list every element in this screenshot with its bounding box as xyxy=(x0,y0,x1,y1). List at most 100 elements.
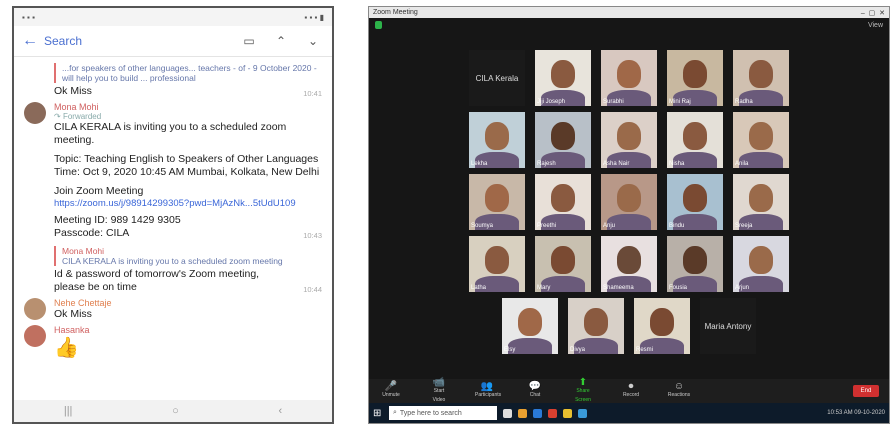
participant-name: Mary xyxy=(537,285,551,291)
participant-tile[interactable]: Nisha xyxy=(667,112,723,168)
participant-tile[interactable]: Preethi xyxy=(535,174,591,230)
participant-tile[interactable]: Maria Antony xyxy=(700,298,756,354)
message-text: Id & password of tomorrow's Zoom meeting… xyxy=(54,268,260,293)
chat-message[interactable]: Hasanka 👍 xyxy=(24,325,322,360)
app-icon[interactable] xyxy=(563,408,572,418)
control-button[interactable]: ⬆ Share Screen xyxy=(571,377,595,405)
participant-tile[interactable]: Mini Raj xyxy=(667,50,723,106)
participant-tile[interactable]: Bindu xyxy=(667,174,723,230)
participant-name: Soumya xyxy=(471,223,494,229)
participant-tile[interactable]: Soumya xyxy=(469,174,525,230)
participant-tile[interactable]: Elsy xyxy=(502,298,558,354)
participant-tile[interactable]: Sreeja xyxy=(733,174,789,230)
control-icon: 💬 xyxy=(528,381,542,392)
participant-tile[interactable]: Arjun xyxy=(733,236,789,292)
phone-chat-screenshot: ▪ ▪ ▪ ▪ ▪ ▪ ▮ ← Search ▭ ⌃ ⌄ ...for spea… xyxy=(12,6,334,424)
window-controls[interactable]: – ▢ ✕ xyxy=(861,9,885,17)
participant-tile[interactable]: Jiji Joseph xyxy=(535,50,591,106)
message-time: 10:44 xyxy=(303,285,322,294)
control-icon: ☺ xyxy=(673,381,685,392)
control-button[interactable]: 🎤 Unmute xyxy=(379,382,403,400)
control-button[interactable]: 📹 Start Video xyxy=(427,377,451,405)
shield-icon[interactable] xyxy=(375,21,382,29)
participant-face xyxy=(748,60,774,89)
participant-face xyxy=(616,60,642,89)
participant-tile[interactable]: Latha xyxy=(469,236,525,292)
meeting-link[interactable]: https://zoom.us/j/98914299305?pwd=MjAzNk… xyxy=(54,198,322,209)
windows-start-icon[interactable]: ⊞ xyxy=(373,408,383,419)
control-label: Record xyxy=(622,392,640,398)
participant-face xyxy=(517,308,543,337)
task-view-icon[interactable] xyxy=(503,408,512,418)
control-button[interactable]: ⏺ Record xyxy=(619,382,643,400)
control-button[interactable]: ☺ Reactions xyxy=(667,382,691,400)
chevron-down-icon[interactable]: ⌄ xyxy=(302,34,324,48)
participant-tile[interactable]: Resmi xyxy=(634,298,690,354)
back-arrow-icon[interactable]: ← xyxy=(22,32,38,50)
message-line: Topic: Teaching English to Speakers of O… xyxy=(54,153,319,165)
meeting-topbar: View xyxy=(369,18,889,32)
chat-message[interactable]: Id & password of tomorrow's Zoom meeting… xyxy=(54,268,322,294)
participant-name: Resmi xyxy=(636,347,654,353)
calendar-search-icon[interactable]: ▭ xyxy=(238,34,260,48)
taskbar-search-input[interactable]: ⌕ Type here to search xyxy=(389,406,497,420)
participant-tile[interactable]: Surabhi xyxy=(601,50,657,106)
zoom-app-icon[interactable] xyxy=(578,408,587,418)
app-icon[interactable] xyxy=(548,408,557,418)
participant-face xyxy=(583,308,609,337)
participant-face xyxy=(484,184,510,213)
message-text: Ok Miss xyxy=(54,85,92,97)
participant-tile[interactable]: Radha xyxy=(733,50,789,106)
file-explorer-icon[interactable] xyxy=(518,408,527,418)
forwarded-text: Forwarded xyxy=(62,112,102,121)
participant-tile[interactable]: Divya xyxy=(568,298,624,354)
taskbar-search-placeholder: Type here to search xyxy=(399,409,462,417)
control-icon: 🎤 xyxy=(384,381,398,392)
control-icon: 👥 xyxy=(480,381,494,392)
participant-tile[interactable]: Lekha xyxy=(469,112,525,168)
participant-name: Fousia xyxy=(669,285,688,291)
participant-tile[interactable]: Anju xyxy=(601,174,657,230)
chat-message[interactable]: Ok Miss 10:41 xyxy=(54,85,322,98)
control-button[interactable]: 💬 Chat xyxy=(523,382,547,400)
participant-tile[interactable]: Shameema xyxy=(601,236,657,292)
message-time: 10:41 xyxy=(303,89,322,98)
view-button[interactable]: View xyxy=(868,22,883,29)
chat-message[interactable]: Nehe Chettaje Ok Miss xyxy=(24,298,322,321)
participant-tile[interactable]: Anila xyxy=(733,112,789,168)
status-bar: ▪ ▪ ▪ ▪ ▪ ▪ ▮ xyxy=(14,8,332,26)
window-title: Zoom Meeting xyxy=(373,9,418,16)
chat-message[interactable]: Mona Mohi ↷ Forwarded CILA KERALA is inv… xyxy=(24,102,322,240)
participant-face xyxy=(649,308,675,337)
search-label[interactable]: Search xyxy=(44,34,228,48)
android-nav-bar: ||| ○ ‹ xyxy=(14,400,332,422)
back-icon[interactable]: ‹ xyxy=(278,405,282,417)
participant-tile[interactable]: Mary xyxy=(535,236,591,292)
status-left: ▪ ▪ ▪ xyxy=(22,12,35,22)
avatar xyxy=(24,325,46,347)
sender-name: Nehe Chettaje xyxy=(54,298,112,308)
participant-face xyxy=(550,60,576,89)
participant-tile[interactable]: Rajesh xyxy=(535,112,591,168)
control-label: Participants xyxy=(475,392,502,398)
participant-tile[interactable]: CILA Kerala xyxy=(469,50,525,106)
participant-tile[interactable]: Fousia xyxy=(667,236,723,292)
participant-name: Asha Nair xyxy=(603,161,630,167)
participant-name: Lekha xyxy=(471,161,488,167)
participant-face xyxy=(682,246,708,275)
control-button[interactable]: 👥 Participants xyxy=(475,381,502,400)
edge-icon[interactable] xyxy=(533,408,542,418)
control-label: Reactions xyxy=(667,392,691,398)
meeting-id: Meeting ID: 989 1429 9305 xyxy=(54,214,181,226)
search-icon: ⌕ xyxy=(393,409,397,416)
participant-name: Latha xyxy=(471,285,487,291)
participant-face xyxy=(748,184,774,213)
recent-apps-icon[interactable]: ||| xyxy=(64,405,73,417)
chevron-up-icon[interactable]: ⌃ xyxy=(270,34,292,48)
participant-name: Bindu xyxy=(669,223,685,229)
participant-face xyxy=(550,184,576,213)
end-meeting-button[interactable]: End xyxy=(853,385,879,397)
home-icon[interactable]: ○ xyxy=(172,405,179,417)
participant-tile[interactable]: Asha Nair xyxy=(601,112,657,168)
participant-name: Mini Raj xyxy=(669,99,691,105)
